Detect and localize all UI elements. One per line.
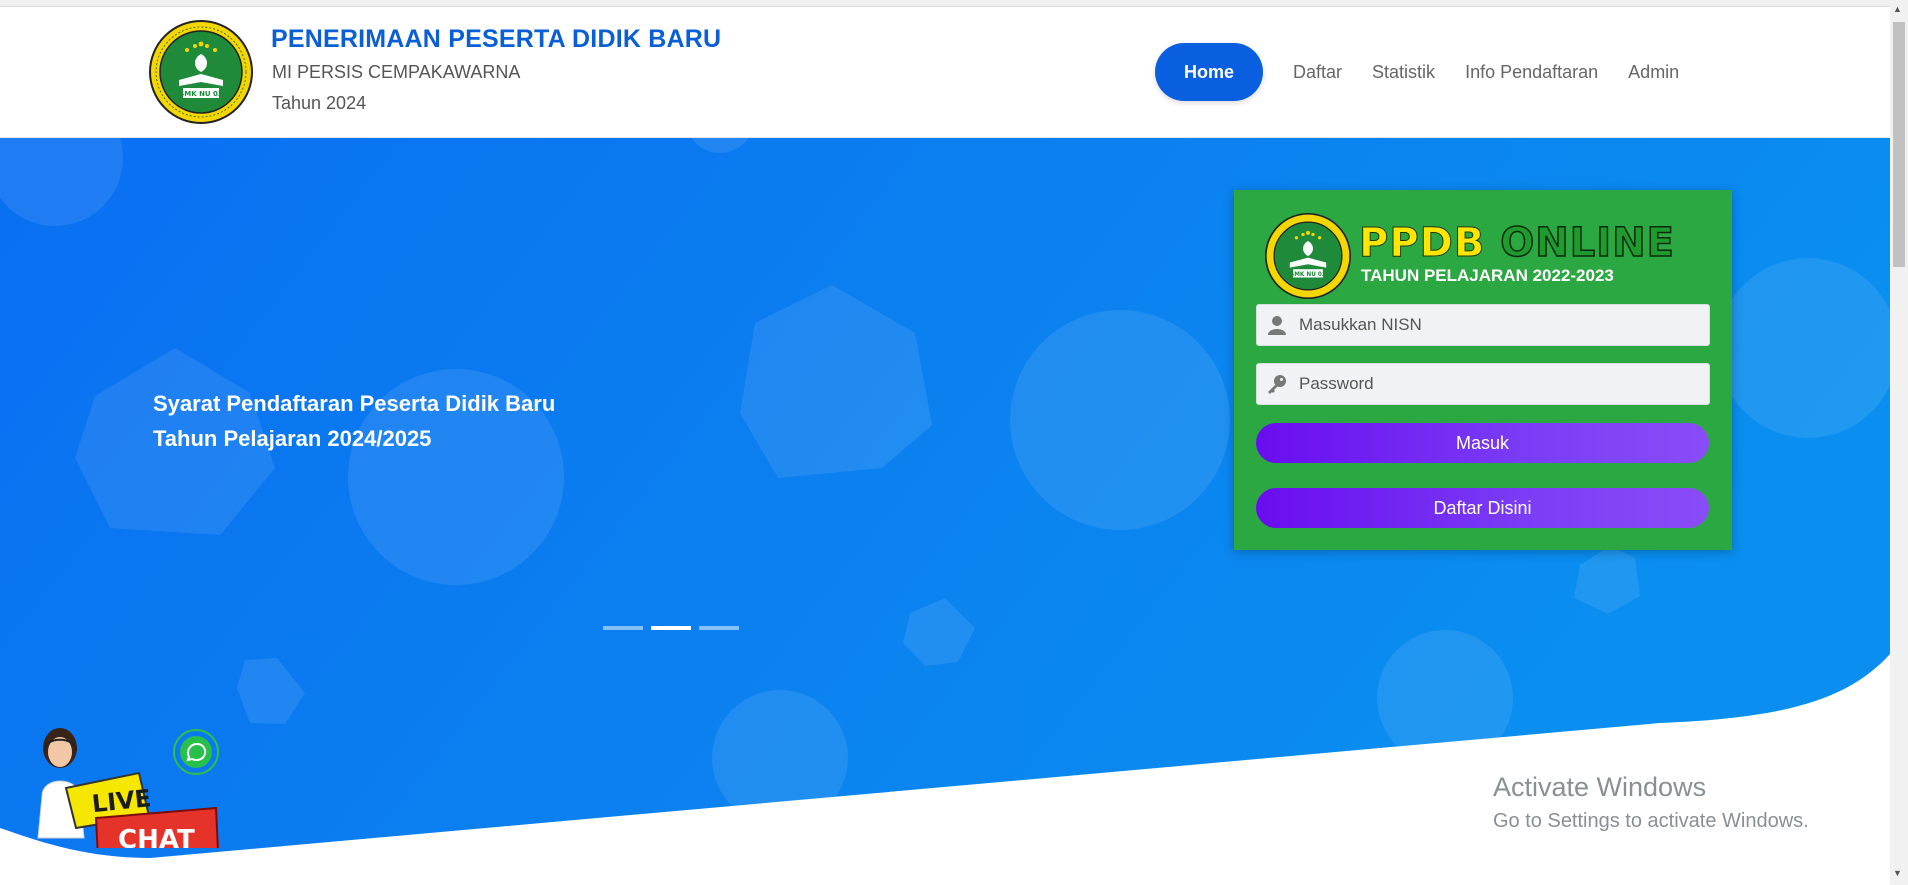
scroll-down-arrow-icon[interactable]: ▼ <box>1893 868 1902 878</box>
online-label: ONLINE <box>1500 219 1675 267</box>
login-button[interactable]: Masuk <box>1256 423 1709 463</box>
academic-year-label: TAHUN PELAJARAN 2022-2023 <box>1361 266 1614 285</box>
caption-line-2: Tahun Pelajaran 2024/2025 <box>153 426 432 451</box>
carousel-indicator-2[interactable] <box>651 626 691 630</box>
school-logo-small: SMK NU 03 <box>1265 213 1351 299</box>
user-icon <box>1257 315 1297 335</box>
chat-label: CHAT <box>118 825 195 848</box>
activate-windows-subtitle: Go to Settings to activate Windows. <box>1493 810 1809 832</box>
site-header: SMK NU 03 PENERIMAAN PESERTA DIDIK BARU … <box>0 7 1890 138</box>
caption-line-1: Syarat Pendaftaran Peserta Didik Baru <box>153 391 556 416</box>
main-nav: Home Daftar Statistik Info Pendaftaran A… <box>1155 43 1679 101</box>
registration-year: Tahun 2024 <box>272 93 367 113</box>
activate-windows-title: Activate Windows <box>1493 772 1707 802</box>
slide-caption: Syarat Pendaftaran Peserta Didik Baru Ta… <box>153 386 555 456</box>
scrollbar-thumb[interactable] <box>1893 22 1905 267</box>
ppdb-online-banner: PPDB ONLINE <box>1358 219 1675 267</box>
whatsapp-icon <box>180 736 212 768</box>
svg-text:SMK NU 03: SMK NU 03 <box>179 90 223 98</box>
nav-statistik[interactable]: Statistik <box>1372 62 1435 83</box>
register-button[interactable]: Daftar Disini <box>1256 488 1709 528</box>
password-field[interactable] <box>1256 363 1710 405</box>
live-chat-widget[interactable]: LIVE CHAT <box>14 718 226 848</box>
scroll-up-arrow-icon[interactable]: ▲ <box>1893 4 1902 14</box>
nisn-input[interactable] <box>1297 314 1681 336</box>
svg-text:SMK NU 03: SMK NU 03 <box>1290 272 1326 278</box>
site-title: PENERIMAAN PESERTA DIDIK BARU <box>271 25 722 53</box>
nav-home[interactable]: Home <box>1155 43 1263 101</box>
nav-admin[interactable]: Admin <box>1628 62 1679 83</box>
nav-info-pendaftaran[interactable]: Info Pendaftaran <box>1465 62 1598 83</box>
key-icon <box>1257 374 1297 394</box>
browser-top-border <box>0 0 1890 7</box>
carousel-indicators <box>603 626 739 630</box>
ppdb-label: PPDB <box>1358 220 1486 267</box>
nisn-field[interactable] <box>1256 304 1710 346</box>
carousel-indicator-1[interactable] <box>603 626 643 630</box>
carousel-indicator-3[interactable] <box>699 626 739 630</box>
school-name: MI PERSIS CEMPAKAWARNA <box>272 62 521 82</box>
school-logo[interactable]: SMK NU 03 <box>149 20 253 124</box>
nav-daftar[interactable]: Daftar <box>1293 62 1342 83</box>
password-input[interactable] <box>1297 373 1681 395</box>
login-card: SMK NU 03 PPDB ONLINE TAHUN PELAJARAN 20… <box>1234 190 1732 550</box>
